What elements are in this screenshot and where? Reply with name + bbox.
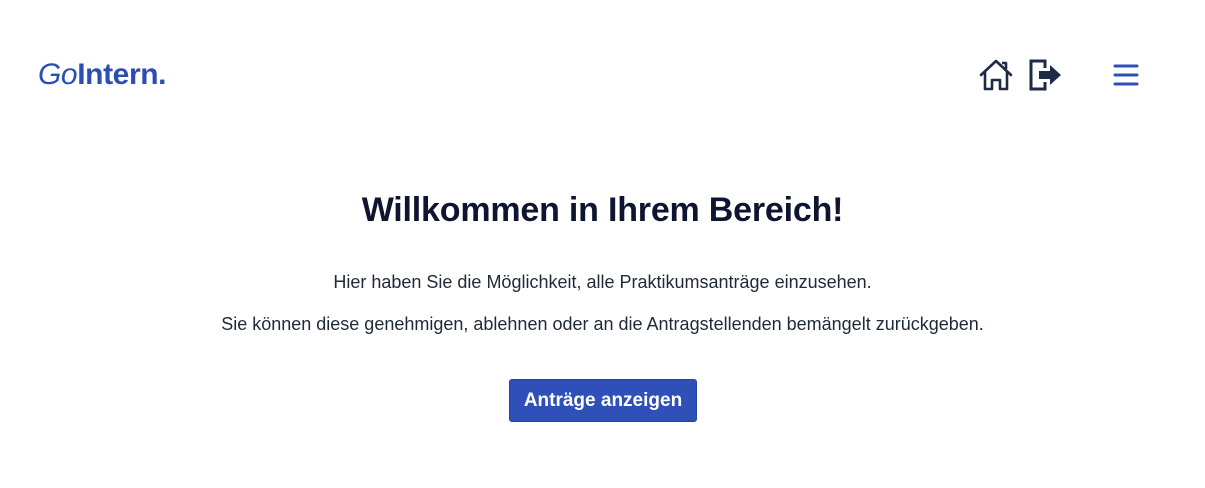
page-title: Willkommen in Ihrem Bereich! <box>361 191 844 229</box>
welcome-section: Willkommen in Ihrem Bereich! Hier haben … <box>0 0 1205 488</box>
description-text: Sie können diese genehmigen, ablehnen od… <box>221 314 984 334</box>
show-requests-button[interactable]: Anträge anzeigen <box>509 379 697 422</box>
intro-text: Hier haben Sie die Möglichkeit, alle Pra… <box>333 272 872 292</box>
